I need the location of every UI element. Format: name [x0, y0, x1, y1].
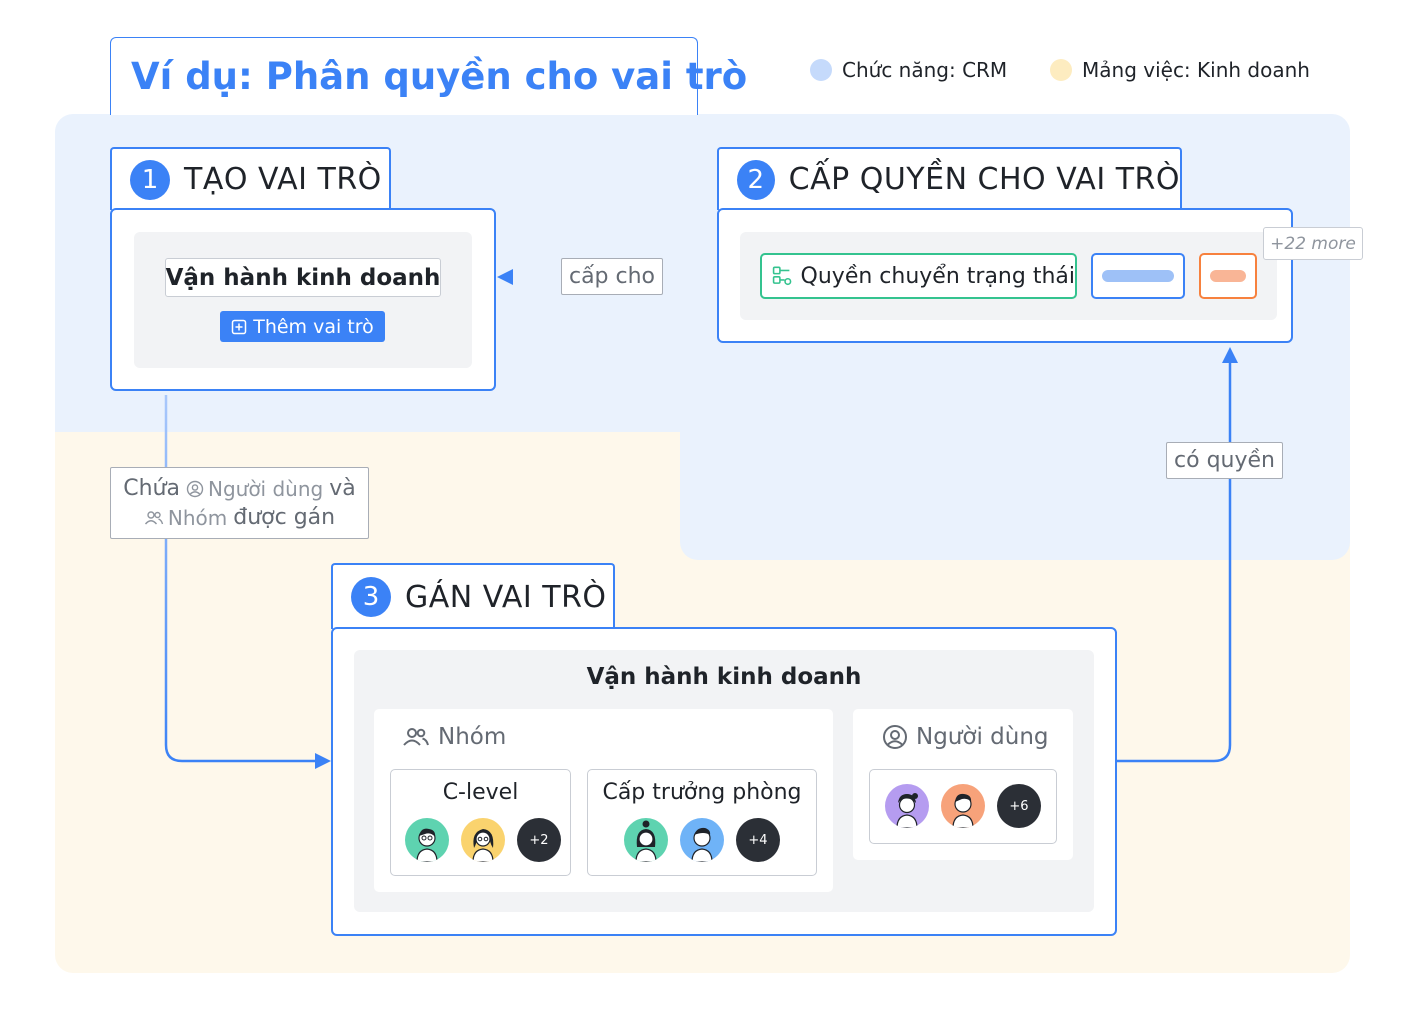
- person-icon: [952, 793, 974, 828]
- step-2-title: CẤP QUYỀN CHO VAI TRÒ: [788, 162, 1180, 197]
- avatar: [461, 818, 505, 862]
- user-circle-icon: [186, 480, 204, 497]
- add-role-button[interactable]: Thêm vai trò: [220, 311, 385, 342]
- grant-to-label: cấp cho: [561, 258, 663, 295]
- assign-role-name: Vận hành kinh doanh: [586, 664, 862, 690]
- permission-chip-status[interactable]: Quyền chuyển trạng thái: [760, 253, 1077, 299]
- step-3-tab: 3 GÁN VAI TRÒ: [331, 563, 615, 629]
- person-icon: [896, 793, 918, 828]
- group-icon: [144, 510, 164, 524]
- avatar: [405, 818, 449, 862]
- avatar: [885, 784, 929, 828]
- step-3-title: GÁN VAI TRÒ: [405, 579, 607, 615]
- permission-chip-placeholder-blue[interactable]: [1091, 253, 1185, 299]
- placeholder-bar: [1102, 270, 1174, 282]
- assign-arrowhead: [315, 753, 331, 769]
- step-1-number: 1: [130, 159, 170, 200]
- person-icon: [416, 828, 438, 862]
- group-card-department-heads[interactable]: Cấp trưởng phòng +4: [587, 769, 817, 876]
- group-card-c-level[interactable]: C-level +2: [390, 769, 571, 876]
- create-role-area: [134, 232, 472, 368]
- users-avatar-card[interactable]: +6: [869, 769, 1057, 844]
- avatar-row: +4: [624, 818, 780, 862]
- users-label: Người dùng: [916, 724, 1049, 750]
- group-name: C-level: [442, 780, 519, 805]
- add-role-label: Thêm vai trò: [253, 315, 374, 338]
- avatar-more-count: +4: [736, 818, 780, 862]
- step-3-number: 3: [351, 577, 391, 617]
- more-permissions-badge[interactable]: +22 more: [1263, 227, 1363, 260]
- users-section-label: Người dùng: [882, 724, 1049, 750]
- groups-label: Nhóm: [438, 724, 507, 750]
- groups-section-label: Nhóm: [402, 724, 506, 750]
- person-icon: [635, 820, 657, 862]
- person-icon: [472, 829, 494, 862]
- contains-users: Người dùng: [207, 476, 324, 501]
- permission-connector-line: [1116, 362, 1232, 763]
- add-square-icon: [231, 319, 247, 334]
- avatar: [941, 784, 985, 828]
- permission-arrowhead: [1222, 347, 1238, 363]
- contains-suffix: được gán: [233, 505, 336, 530]
- permission-chip-placeholder-orange[interactable]: [1199, 253, 1257, 299]
- person-icon: [691, 827, 713, 862]
- avatar: [624, 818, 668, 862]
- assign-connector-line: [164, 395, 316, 763]
- grant-arrowhead: [497, 269, 513, 285]
- step-2-number: 2: [737, 159, 775, 200]
- group-name: Cấp trưởng phòng: [602, 780, 802, 805]
- permission-chip-label: Quyền chuyển trạng thái: [800, 263, 1075, 289]
- contains-groups: Nhóm: [167, 505, 228, 530]
- has-permission-label: có quyền: [1166, 442, 1283, 479]
- step-1-tab: 1 TẠO VAI TRÒ: [110, 147, 391, 210]
- avatar: [680, 818, 724, 862]
- step-1-title: TẠO VAI TRÒ: [184, 162, 382, 197]
- group-icon: [403, 728, 429, 746]
- avatar-more-count: +2: [517, 818, 561, 862]
- avatar-row: +6: [885, 784, 1041, 828]
- placeholder-bar: [1210, 270, 1246, 282]
- avatar-row: +2: [405, 818, 561, 862]
- user-circle-icon: [883, 725, 907, 749]
- contains-prefix: Chứa: [123, 476, 180, 501]
- contains-label: Chứa Người dùng và Nhóm được gán: [110, 467, 369, 539]
- contains-and: và: [329, 476, 356, 501]
- role-name-pill: Vận hành kinh doanh: [165, 258, 441, 297]
- step-2-tab: 2 CẤP QUYỀN CHO VAI TRÒ: [717, 147, 1182, 210]
- workflow-icon: [772, 266, 792, 286]
- avatar-more-count: +6: [997, 784, 1041, 828]
